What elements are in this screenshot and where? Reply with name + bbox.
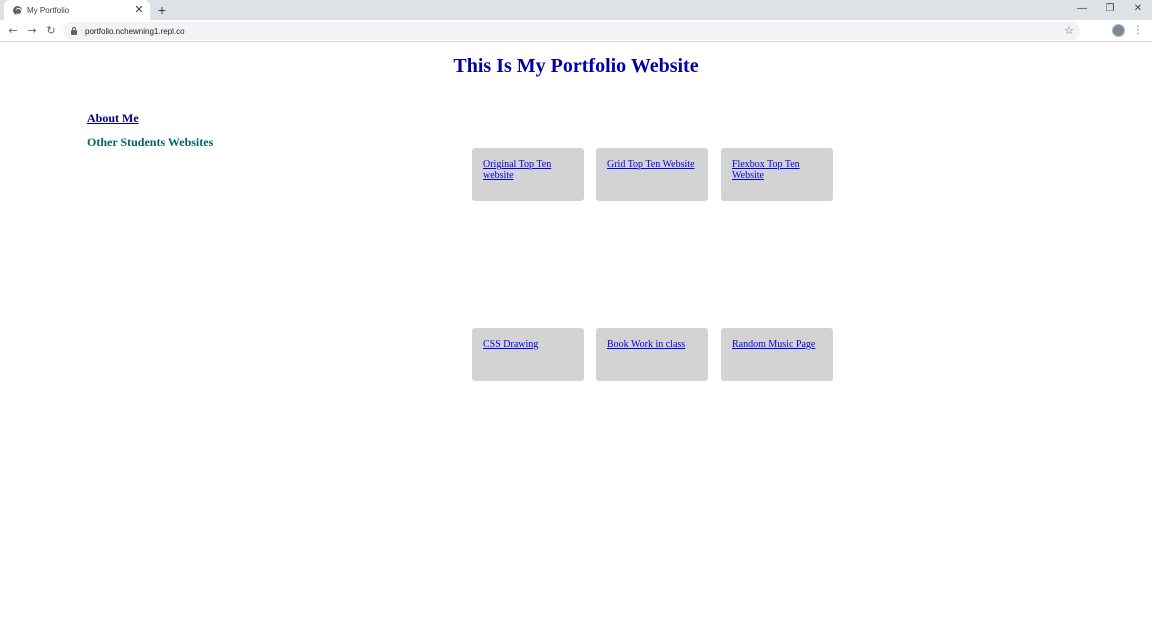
about-me-link[interactable]: About Me xyxy=(87,111,139,126)
page-title: This Is My Portfolio Website xyxy=(453,55,699,77)
original-top-ten-link[interactable]: Original Top Ten website xyxy=(483,159,574,181)
browser-toolbar: ← → ↻ portfolio.nchewning1.repl.co ☆ ⋮ xyxy=(0,20,1152,42)
new-tab-button[interactable]: + xyxy=(154,2,170,18)
grid-top-ten-link[interactable]: Grid Top Ten Website xyxy=(607,159,698,170)
css-drawing-link[interactable]: CSS Drawing xyxy=(483,339,574,350)
back-arrow-icon[interactable]: ← xyxy=(5,23,21,39)
tab-title: My Portfolio xyxy=(27,5,70,15)
tab-my-portfolio[interactable]: My Portfolio ✕ xyxy=(4,0,150,20)
forward-arrow-icon[interactable]: → xyxy=(24,23,40,39)
lock-icon[interactable] xyxy=(71,26,77,35)
other-students-heading: Other Students Websites xyxy=(87,135,214,149)
globe-icon xyxy=(13,5,22,15)
project-card-flexbox-top-ten: Flexbox Top Ten Website xyxy=(721,148,833,201)
flexbox-top-ten-link[interactable]: Flexbox Top Ten Website xyxy=(732,159,823,181)
browser-menu-icon[interactable]: ⋮ xyxy=(1133,23,1143,39)
profile-avatar[interactable] xyxy=(1112,24,1125,37)
project-card-grid-top-ten: Grid Top Ten Website xyxy=(596,148,708,201)
project-card-random-music: Random Music Page xyxy=(721,328,833,381)
bookmark-star-icon[interactable]: ☆ xyxy=(1064,23,1074,39)
address-bar[interactable]: portfolio.nchewning1.repl.co ☆ xyxy=(63,22,1080,40)
close-window-button[interactable]: ✕ xyxy=(1124,0,1152,18)
close-tab-icon[interactable]: ✕ xyxy=(132,3,146,17)
project-card-book-work: Book Work in class xyxy=(596,328,708,381)
project-card-original-top-ten: Original Top Ten website xyxy=(472,148,584,201)
minimize-button[interactable]: — xyxy=(1068,0,1096,18)
reload-icon[interactable]: ↻ xyxy=(43,23,59,39)
url-text[interactable]: portfolio.nchewning1.repl.co xyxy=(85,27,185,36)
book-work-link[interactable]: Book Work in class xyxy=(607,339,698,350)
maximize-button[interactable]: ❐ xyxy=(1096,0,1124,18)
project-card-css-drawing: CSS Drawing xyxy=(472,328,584,381)
tab-strip: My Portfolio ✕ + — ❐ ✕ xyxy=(0,0,1152,20)
random-music-link[interactable]: Random Music Page xyxy=(732,339,823,350)
